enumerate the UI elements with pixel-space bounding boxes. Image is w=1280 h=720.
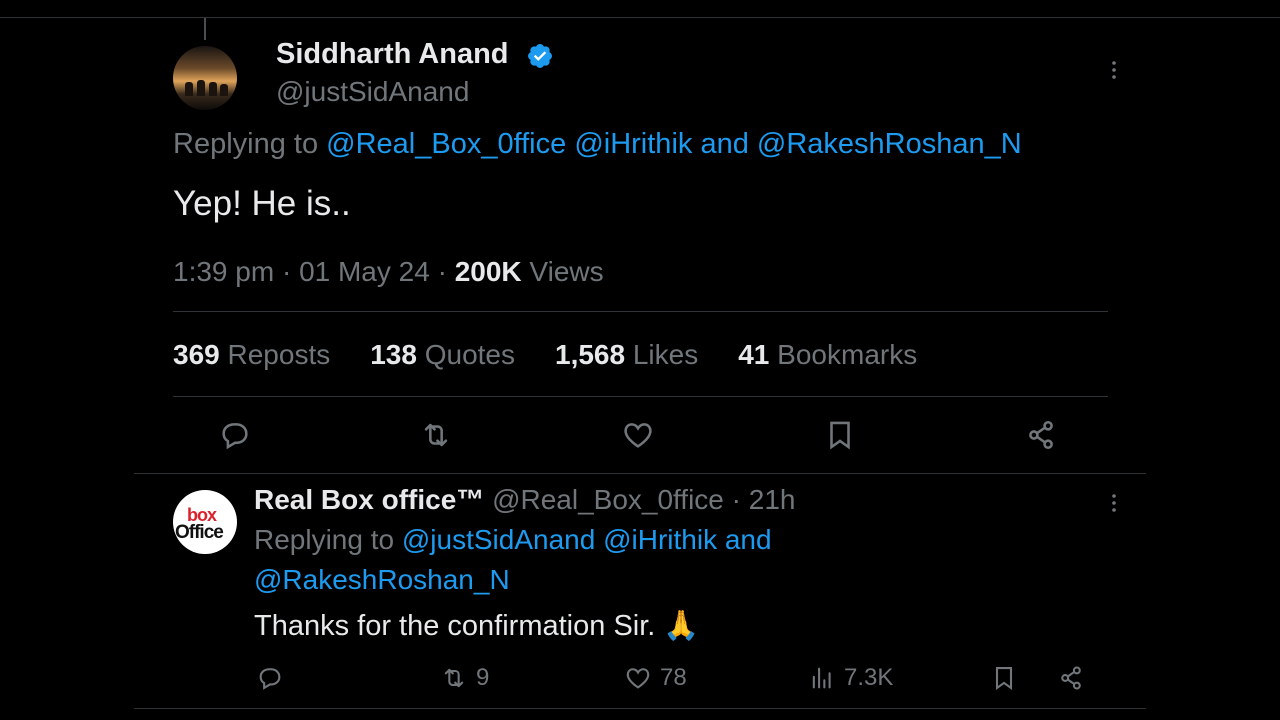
tweet-text: Yep! He is.. (173, 184, 351, 223)
reply-author-handle[interactable]: @Real_Box_0ffice (492, 484, 724, 515)
like-icon (624, 423, 652, 448)
reply-icon (222, 423, 248, 450)
reply-repost-count: 9 (476, 664, 490, 691)
tweet-time[interactable]: 1:39 pm (173, 256, 274, 287)
divider (173, 311, 1108, 312)
reply-repost-button[interactable]: 9 (440, 664, 489, 692)
share-icon (1029, 420, 1053, 450)
tweet-meta: 1:39 pm · 01 May 24 · 200K Views (173, 256, 604, 288)
quotes-label: Quotes (424, 339, 515, 370)
reposts-stat[interactable]: 369 Reposts (173, 339, 330, 371)
like-icon (626, 668, 650, 689)
reply-like-count: 78 (660, 664, 687, 691)
views-label: Views (529, 256, 604, 287)
mention-link[interactable]: @iHrithik (574, 128, 692, 160)
quotes-stat[interactable]: 138 Quotes (370, 339, 515, 371)
mention-link[interactable]: @justSidAnand (402, 524, 595, 555)
tweet-date[interactable]: 01 May 24 (299, 256, 430, 287)
and-word: and (724, 524, 772, 555)
share-icon (1061, 666, 1081, 690)
thread-connector-line (204, 18, 206, 40)
more-icon[interactable] (1102, 58, 1126, 82)
likes-count: 1,568 (555, 339, 626, 370)
reply-views-count: 7.3K (844, 664, 894, 691)
replying-prefix: Replying to (173, 128, 319, 160)
bookmark-icon (830, 421, 850, 450)
likes-stat[interactable]: 1,568 Likes (555, 339, 698, 371)
repost-icon (424, 423, 448, 447)
bookmarks-stat[interactable]: 41 Bookmarks (738, 339, 917, 371)
bookmarks-count: 41 (738, 339, 770, 370)
author-name[interactable]: Siddharth Anand (276, 38, 509, 71)
quotes-count: 138 (370, 339, 417, 370)
repost-button[interactable] (419, 418, 453, 452)
replying-prefix: Replying to (254, 524, 395, 555)
reply-like-button[interactable]: 78 (624, 664, 687, 692)
repost-icon (444, 668, 464, 688)
author-handle[interactable]: @justSidAnand (276, 76, 469, 108)
bookmark-icon (995, 667, 1013, 690)
share-button[interactable] (1024, 418, 1058, 452)
mention-link[interactable]: @RakeshRoshan_N (757, 128, 1022, 160)
divider (134, 473, 1146, 474)
author-avatar[interactable] (173, 46, 237, 110)
separator: · (281, 256, 292, 287)
reply-views-button[interactable]: 7.3K (808, 664, 893, 692)
bookmark-button[interactable] (823, 418, 857, 452)
top-divider (0, 17, 1280, 18)
replying-to-line: Replying to @Real_Box_0ffice @iHrithik a… (173, 128, 1022, 161)
avatar-logo-text-bottom: Office (175, 522, 224, 543)
likes-label: Likes (632, 339, 699, 370)
verified-badge-icon (528, 44, 552, 68)
reposts-count: 369 (173, 339, 220, 370)
views-count: 200K (454, 256, 522, 287)
mention-link[interactable]: @Real_Box_0ffice (326, 128, 566, 160)
reply-text: Thanks for the confirmation Sir. 🙏 (254, 610, 700, 642)
reply-replying-to-line: Replying to @justSidAnand @iHrithik and (254, 524, 772, 556)
reply-share-button[interactable] (1057, 664, 1085, 692)
reply-author-avatar[interactable]: box Office (173, 490, 237, 554)
and-word: and (700, 128, 749, 160)
reply-age[interactable]: 21h (749, 484, 796, 515)
mention-link[interactable]: @iHrithik (603, 524, 717, 555)
bookmarks-label: Bookmarks (777, 339, 918, 370)
reply-icon (259, 668, 281, 690)
separator: · (731, 484, 741, 515)
reply-reply-button[interactable] (256, 664, 284, 692)
reposts-label: Reposts (227, 339, 331, 370)
reply-author-name[interactable]: Real Box office™ (254, 484, 484, 515)
divider (134, 708, 1146, 709)
reply-header: Real Box office™ @Real_Box_0ffice · 21h (254, 484, 796, 516)
engagement-stats: 369 Reposts 138 Quotes 1,568 Likes 41 Bo… (173, 339, 917, 371)
more-icon[interactable] (1102, 491, 1126, 515)
like-button[interactable] (621, 418, 655, 452)
reply-bookmark-button[interactable] (990, 664, 1018, 692)
views-icon (812, 667, 831, 689)
mention-link[interactable]: @RakeshRoshan_N (254, 564, 510, 596)
reply-button[interactable] (218, 418, 252, 452)
separator: · (437, 256, 447, 287)
divider (173, 396, 1108, 397)
